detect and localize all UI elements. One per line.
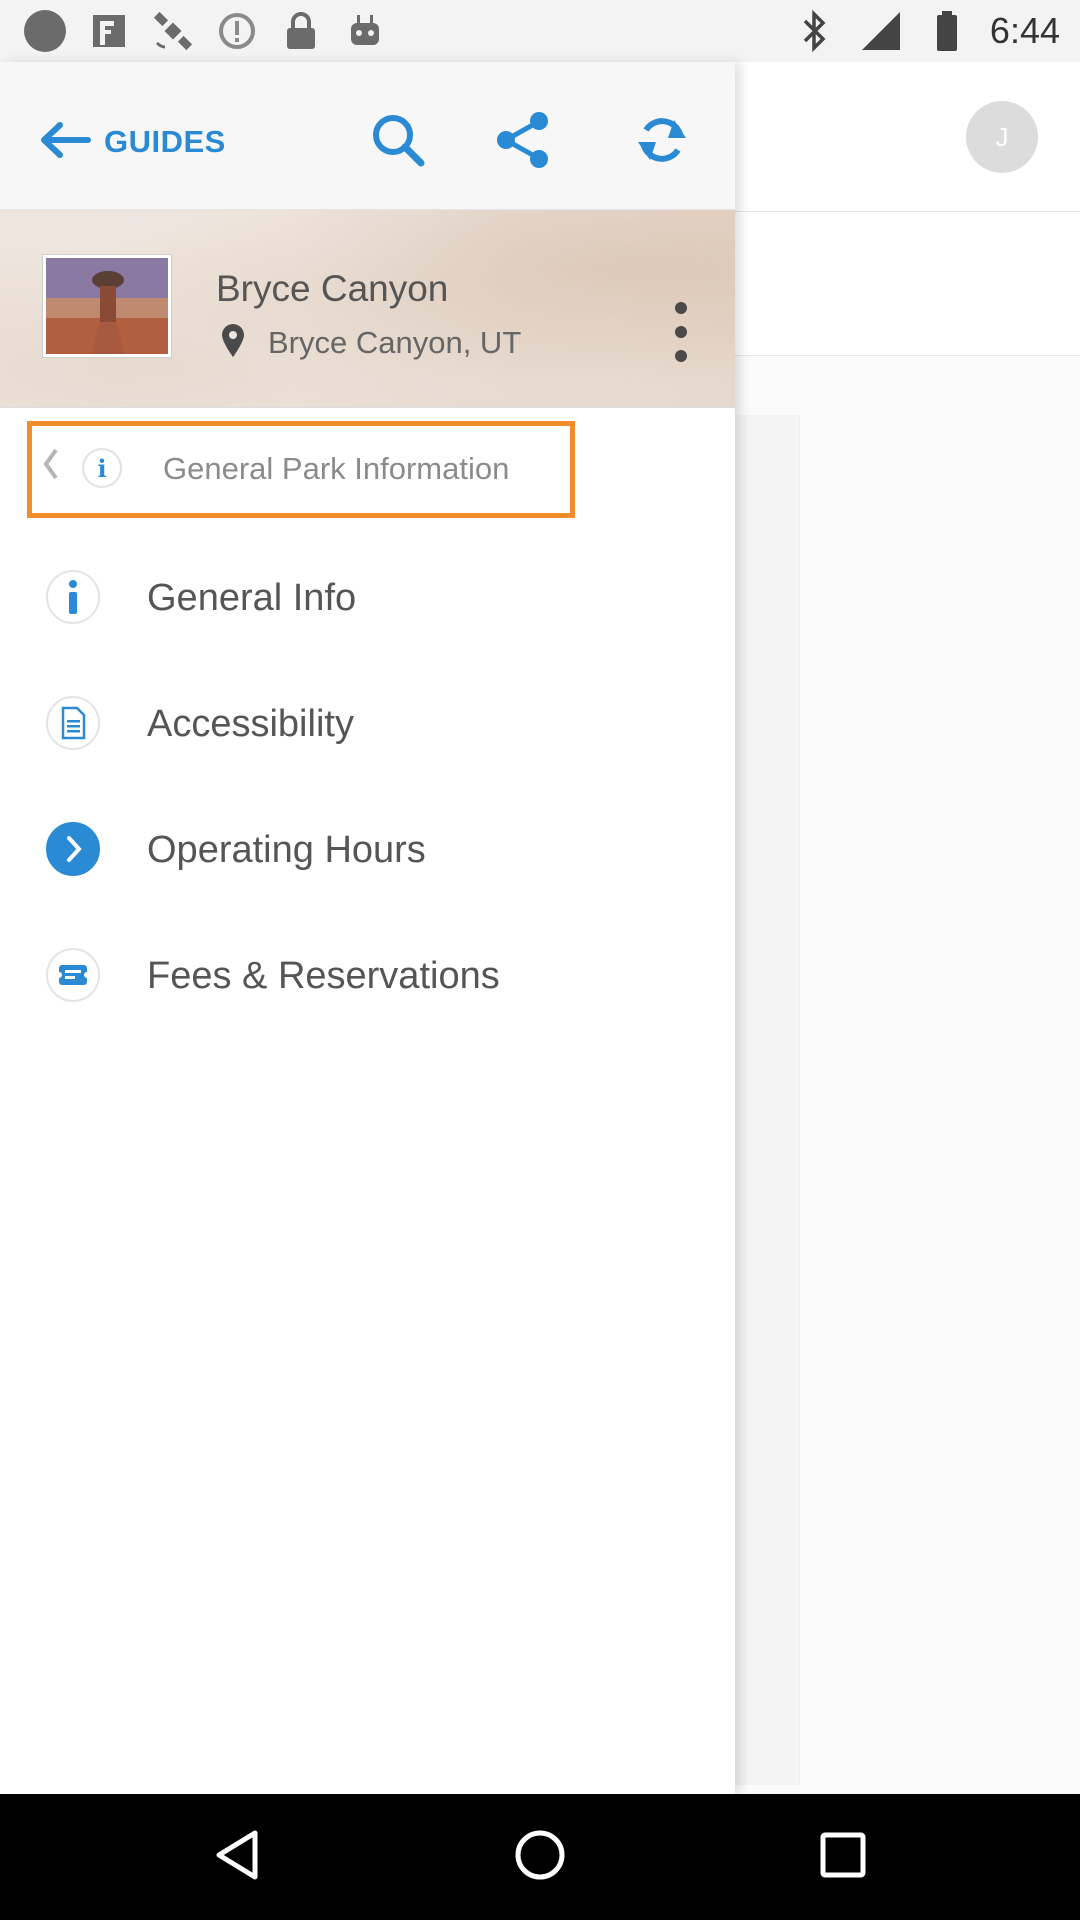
back-label: GUIDES <box>104 124 226 159</box>
park-location: Bryce Canyon, UT <box>220 322 521 363</box>
avatar-initial: J <box>995 121 1009 152</box>
share-icon <box>492 109 554 176</box>
battery-icon <box>924 8 970 54</box>
alert-icon <box>214 8 260 54</box>
refresh-icon <box>634 112 690 173</box>
map-document-preview[interactable] <box>735 415 800 1785</box>
section-header-general-park-information[interactable]: i General Park Information <box>27 421 575 518</box>
signal-icon <box>858 8 904 54</box>
info-icon <box>46 570 100 624</box>
park-thumbnail <box>43 255 171 357</box>
share-button[interactable] <box>487 106 559 178</box>
menu-item-accessibility[interactable]: Accessibility <box>0 660 735 786</box>
more-vert-icon-dot <box>675 350 687 362</box>
location-pin-icon <box>220 322 246 363</box>
chevron-right-icon <box>46 822 100 876</box>
refresh-button[interactable] <box>626 106 698 178</box>
chevron-left-icon <box>40 444 60 494</box>
menu-item-operating-hours[interactable]: Operating Hours <box>0 786 735 912</box>
circle-icon <box>22 8 68 54</box>
nav-home-button[interactable] <box>510 1827 570 1887</box>
nav-recents-button[interactable] <box>813 1827 873 1887</box>
more-vert-icon-dot <box>675 326 687 338</box>
status-time: 6:44 <box>989 10 1060 51</box>
menu-item-label: Fees & Reservations <box>147 955 500 997</box>
section-header-label: General Park Information <box>163 451 510 486</box>
arrow-left-icon <box>38 120 92 165</box>
system-nav-bar <box>0 1794 1080 1920</box>
info-icon: i <box>82 448 122 488</box>
fake-gps-icon <box>86 8 132 54</box>
menu-item-label: General Info <box>147 577 357 619</box>
avatar[interactable]: J <box>966 101 1038 173</box>
document-icon <box>46 696 100 750</box>
bluetooth-icon <box>792 8 838 54</box>
more-vert-icon-dot <box>675 302 687 314</box>
drawer-header: GUIDES <box>0 62 735 210</box>
search-button[interactable] <box>362 106 434 178</box>
menu-item-general-info[interactable]: General Info <box>0 534 735 660</box>
search-icon <box>369 111 427 174</box>
android-icon <box>342 8 388 54</box>
park-card[interactable]: Bryce Canyon Bryce Canyon, UT <box>0 210 735 408</box>
home-icon <box>513 1828 567 1887</box>
lock-icon <box>278 8 324 54</box>
park-location-text: Bryce Canyon, UT <box>268 324 522 360</box>
menu-list: General Info Accessibility Operating Hou… <box>0 534 735 1038</box>
ticket-icon <box>46 948 100 1002</box>
nav-back-button[interactable] <box>207 1827 267 1887</box>
back-icon <box>213 1829 261 1886</box>
park-title: Bryce Canyon <box>216 268 449 309</box>
menu-item-label: Operating Hours <box>147 829 426 871</box>
recents-icon <box>818 1830 868 1885</box>
satellite-icon <box>150 8 196 54</box>
status-bar: 6:44 <box>0 0 1080 62</box>
back-to-guides-button[interactable]: GUIDES <box>38 112 226 172</box>
more-options-button[interactable] <box>666 302 696 362</box>
navigation-drawer: GUIDES Bryce Canyon Bryce Canyon, UT i G… <box>0 62 735 1794</box>
menu-item-label: Accessibility <box>147 703 354 745</box>
menu-item-fees-reservations[interactable]: Fees & Reservations <box>0 912 735 1038</box>
